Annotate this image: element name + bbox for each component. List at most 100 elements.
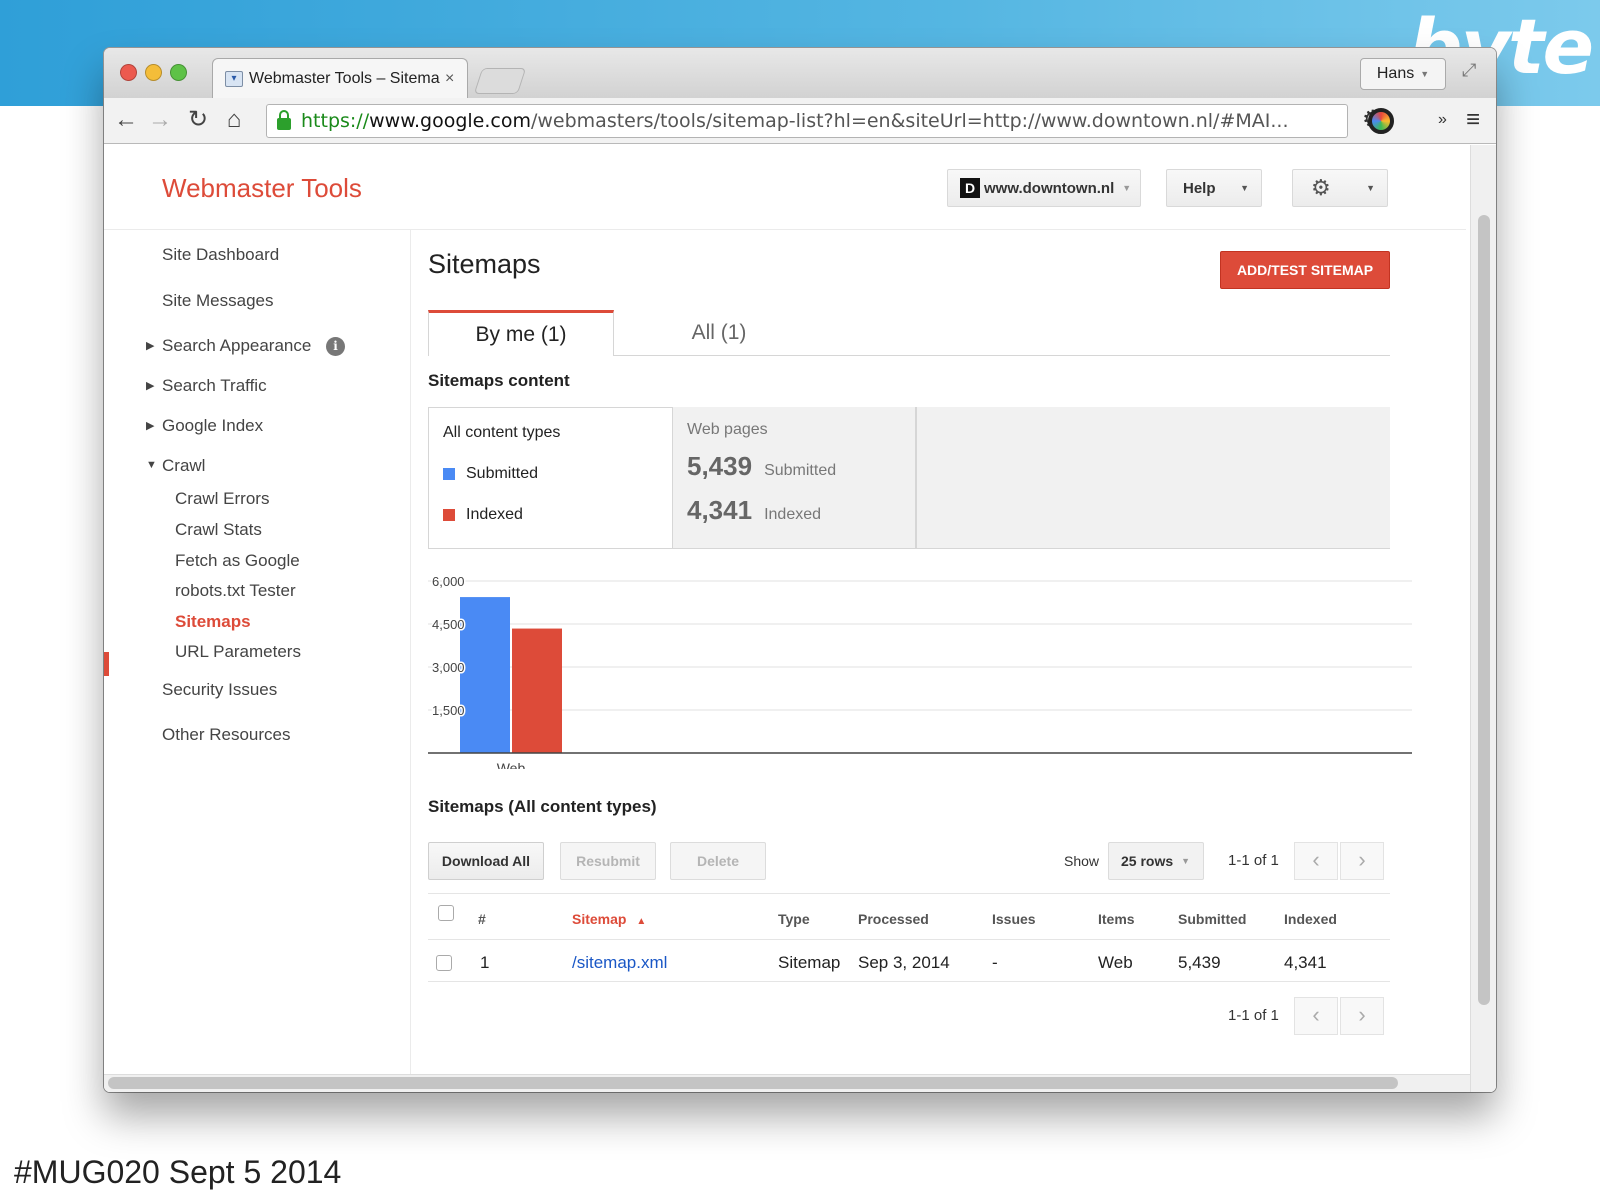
table-divider [428, 893, 1390, 894]
legend-label: Indexed [466, 506, 523, 523]
zoom-window-button[interactable] [170, 64, 187, 81]
browser-toolbar: ← → ↻ ⌂ https:// www.google.com /webmast… [104, 98, 1496, 144]
column-header-submitted[interactable]: Submitted [1178, 911, 1246, 927]
next-page-button-bottom[interactable]: › [1340, 997, 1384, 1035]
content-type-legend[interactable]: All content types Submitted Indexed [428, 407, 672, 549]
sidebar-item-other-resources[interactable]: Other Resources [162, 725, 291, 745]
new-tab-button[interactable] [473, 68, 527, 94]
address-bar[interactable]: https:// www.google.com /webmasters/tool… [266, 104, 1348, 138]
settings-button[interactable]: ⚙ ▼ [1292, 169, 1388, 207]
sidebar-divider [410, 230, 411, 1090]
profile-button[interactable]: Hans ▼ [1360, 58, 1446, 90]
row-checkbox[interactable] [436, 955, 452, 971]
sitemap-link[interactable]: /sitemap.xml [572, 953, 667, 973]
site-selector[interactable]: D www.downtown.nl ▼ [947, 169, 1141, 207]
bar-indexed [512, 628, 562, 753]
rows-per-page-select[interactable]: 25 rows ▼ [1108, 842, 1204, 880]
sidebar-item-google-index[interactable]: ▶ Google Index [146, 416, 263, 436]
help-label: Help [1183, 179, 1216, 197]
more-extensions-icon[interactable]: » [1438, 106, 1447, 134]
sidebar-item-site-messages[interactable]: Site Messages [162, 291, 274, 311]
delete-button[interactable]: Delete [670, 842, 766, 880]
add-test-sitemap-button[interactable]: ADD/TEST SITEMAP [1220, 251, 1390, 289]
reload-icon[interactable]: ↻ [184, 106, 212, 134]
x-category-label: Web [497, 760, 526, 769]
sidebar-item-crawl-stats[interactable]: Crawl Stats [175, 520, 262, 540]
sidebar-item-site-dashboard[interactable]: Site Dashboard [162, 245, 279, 265]
sidebar-item-robots-tester[interactable]: robots.txt Tester [175, 581, 296, 601]
stat-submitted: 5,439 Submitted [687, 451, 836, 482]
sidebar-item-fetch-as-google[interactable]: Fetch as Google [175, 551, 300, 571]
column-header-type[interactable]: Type [778, 911, 810, 927]
vertical-scroll-thumb[interactable] [1478, 215, 1490, 1005]
close-window-button[interactable] [120, 64, 137, 81]
header-divider [104, 229, 1466, 230]
web-pages-stats[interactable]: Web pages 5,439 Submitted 4,341 Indexed [672, 407, 916, 549]
column-header-processed[interactable]: Processed [858, 911, 929, 927]
tab-strip: ▾ Webmaster Tools – Sitema × Hans ▼ ⤢ [104, 48, 1496, 98]
column-header-issues[interactable]: Issues [992, 911, 1036, 927]
y-tick-label: 1,500 [432, 703, 465, 718]
stat-indexed: 4,341 Indexed [687, 495, 821, 526]
color-extension-icon[interactable] [1368, 108, 1394, 134]
tab-by-me[interactable]: By me (1) [428, 310, 614, 356]
y-tick-label: 3,000 [432, 660, 465, 675]
tab-all[interactable]: All (1) [664, 321, 774, 345]
webmaster-page: Webmaster Tools D www.downtown.nl ▼ Help… [104, 145, 1496, 1092]
minimize-window-button[interactable] [145, 64, 162, 81]
menu-icon[interactable]: ≡ [1466, 106, 1480, 134]
product-title[interactable]: Webmaster Tools [162, 173, 362, 204]
column-header-items[interactable]: Items [1098, 911, 1135, 927]
vertical-scrollbar[interactable] [1470, 145, 1496, 1092]
url-host: www.google.com [369, 110, 531, 132]
sidebar-item-sitemaps[interactable]: Sitemaps [175, 612, 251, 632]
horizontal-scrollbar[interactable] [104, 1074, 1470, 1092]
slide-footer: #MUG020 Sept 5 2014 [14, 1154, 342, 1190]
browser-tab-title: Webmaster Tools – Sitema [249, 69, 440, 87]
forward-arrow-icon[interactable]: → [146, 106, 174, 134]
download-all-button[interactable]: Download All [428, 842, 544, 880]
expand-arrow-icon: ▶ [146, 340, 155, 352]
sidebar-item-url-parameters[interactable]: URL Parameters [175, 642, 301, 662]
back-arrow-icon[interactable]: ← [112, 106, 140, 134]
show-label: Show [1064, 853, 1100, 869]
home-icon[interactable]: ⌂ [220, 106, 248, 134]
column-header-number[interactable]: # [478, 911, 486, 927]
column-header-indexed[interactable]: Indexed [1284, 911, 1337, 927]
horizontal-scroll-thumb[interactable] [108, 1077, 1398, 1089]
browser-tab[interactable]: ▾ Webmaster Tools – Sitema × [212, 58, 468, 98]
pager-count: 1-1 of 1 [1228, 852, 1279, 869]
site-favicon-icon: D [960, 178, 980, 198]
fullscreen-icon[interactable]: ⤢ [1462, 60, 1476, 81]
stat-label: Submitted [764, 462, 837, 479]
sidebar-item-security-issues[interactable]: Security Issues [162, 680, 277, 700]
stats-heading: Web pages [687, 421, 768, 438]
expand-arrow-icon: ▶ [146, 380, 155, 392]
indexed-swatch [443, 509, 455, 521]
help-button[interactable]: Help ▼ [1166, 169, 1262, 207]
sidebar-item-crawl[interactable]: ▼ Crawl [146, 456, 205, 476]
stat-value: 5,439 [687, 451, 753, 481]
table-cell-items: Web [1098, 953, 1133, 972]
column-header-sitemap[interactable]: Sitemap ▲ [572, 911, 646, 927]
sitemaps-content-heading: Sitemaps content [428, 371, 570, 390]
lock-icon [277, 110, 291, 130]
sitemaps-table-heading: Sitemaps (All content types) [428, 797, 657, 816]
next-page-button[interactable]: › [1340, 842, 1384, 880]
sidebar-item-search-appearance[interactable]: ▶ Search Appearance i [146, 336, 346, 356]
table-cell-type: Sitemap [778, 953, 841, 972]
prev-page-button[interactable]: ‹ [1294, 842, 1338, 880]
prev-page-button-bottom[interactable]: ‹ [1294, 997, 1338, 1035]
sidebar-item-search-traffic[interactable]: ▶ Search Traffic [146, 376, 267, 396]
sidebar-item-crawl-errors[interactable]: Crawl Errors [175, 489, 269, 509]
select-all-checkbox[interactable] [438, 905, 454, 921]
info-icon[interactable]: i [326, 337, 346, 356]
table-cell-number: 1 [480, 953, 490, 972]
resubmit-button[interactable]: Resubmit [560, 842, 656, 880]
tab-close-icon[interactable]: × [445, 70, 467, 88]
chevron-down-icon: ▼ [1240, 183, 1249, 193]
legend-title: All content types [443, 424, 561, 441]
sidebar-item-label: Sitemaps [175, 612, 251, 631]
chevron-down-icon: ▼ [1181, 856, 1191, 866]
expand-arrow-icon: ▶ [146, 420, 155, 432]
